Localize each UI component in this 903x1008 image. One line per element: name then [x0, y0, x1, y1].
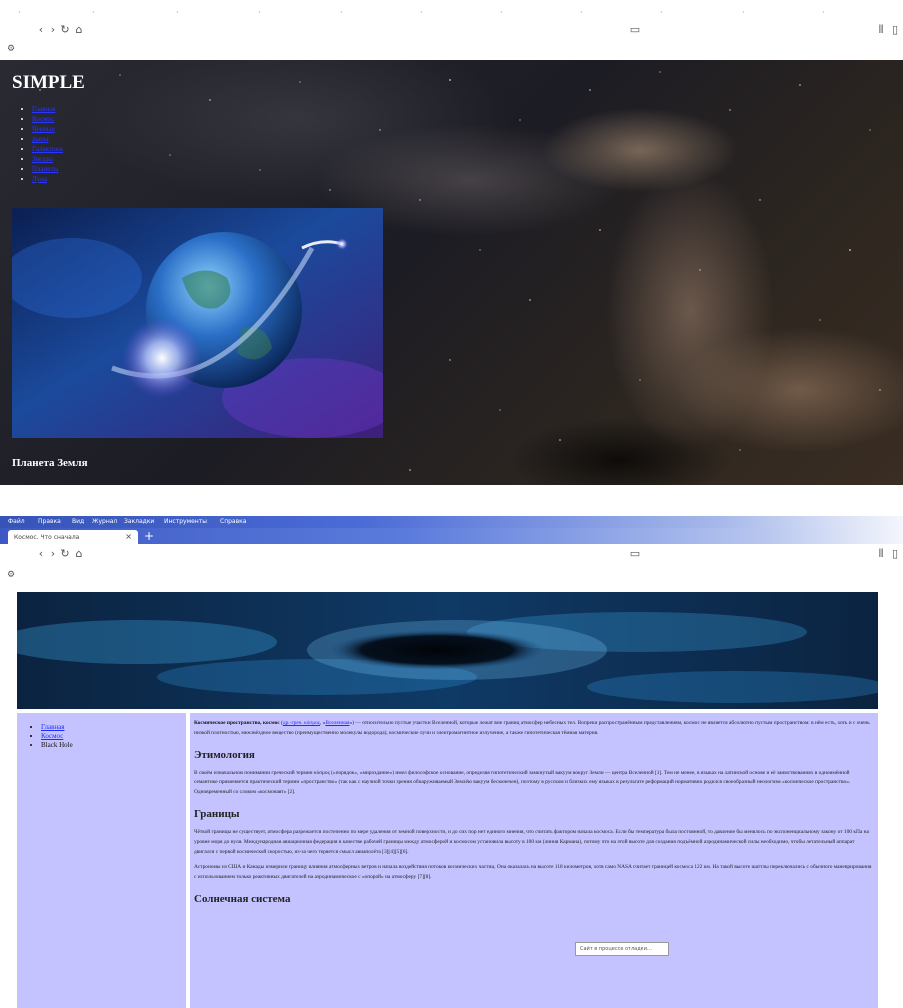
sidebar-link[interactable]: Космос [41, 732, 63, 740]
earth-hero-image [12, 208, 383, 438]
menu-history[interactable]: Журнал [92, 518, 117, 525]
home-icon[interactable]: ⌂ [72, 547, 86, 561]
menu-link[interactable]: Космос [32, 115, 54, 123]
section-heading: Солнечная система [194, 892, 291, 905]
tooltip-text: Сайт в процессе отладки… [580, 946, 652, 952]
bookmarks-bar: ⚙ [0, 42, 903, 60]
menu-file[interactable]: Файл [8, 518, 25, 525]
section-heading: Границы [194, 807, 240, 820]
sidebar-item[interactable]: Главная [41, 723, 186, 732]
browser-navigation-bar: ‹ › ↻ ⌂ ▭ ⫴ ▯ [0, 20, 903, 42]
browser-menu-bar: Файл Правка Вид Журнал Закладки Инструме… [0, 516, 903, 528]
menu-item[interactable]: Звезды [32, 154, 63, 164]
library-icon[interactable]: ⫴ [874, 23, 888, 37]
menu-view[interactable]: Вид [72, 518, 84, 525]
settings-gear-icon[interactable]: ⚙ [4, 568, 18, 582]
settings-gear-icon[interactable]: ⚙ [4, 42, 18, 56]
menu-link[interactable]: Луна [32, 175, 47, 183]
black-hole-banner [17, 592, 878, 709]
tab-stub[interactable]: · [742, 8, 745, 17]
page-action-icon[interactable]: ▭ [628, 547, 642, 561]
menu-item[interactable]: Космос [32, 114, 63, 124]
menu-item[interactable]: Галактики [32, 144, 63, 154]
sidebar-item: Black Hole [41, 741, 186, 750]
left-sidebar: Главная Космос Black Hole [17, 713, 186, 1008]
menu-item[interactable]: дыры [32, 134, 63, 144]
main-menu: Главная Космос Черные дыры Галактики Зве… [18, 104, 63, 184]
section-heading: Этимология [194, 748, 255, 761]
tab-stub[interactable]: · [500, 8, 503, 17]
image-caption: Планета Земля [12, 457, 88, 469]
menu-item[interactable]: Луна [32, 174, 63, 184]
main-article: Космическое пространство, космос (др.-гр… [190, 713, 878, 1008]
menu-link[interactable]: Звезды [32, 155, 53, 163]
browser-tab-strip: Космос. Что сначала × + [0, 528, 903, 544]
menu-item[interactable]: Главная [32, 104, 63, 114]
menu-link[interactable]: Главная [32, 105, 56, 113]
reload-icon[interactable]: ↻ [58, 547, 72, 561]
tab-active[interactable]: Космос. Что сначала × [8, 530, 138, 544]
section-paragraph: Чёткой границы не существует, атмосфера … [194, 828, 869, 855]
plus-icon[interactable]: + [142, 529, 156, 543]
menu-link[interactable]: Галактики [32, 145, 63, 153]
tab-stub[interactable]: · [580, 8, 583, 17]
tab-title: Космос. Что сначала [14, 534, 80, 541]
menu-link[interactable]: Черные [32, 125, 55, 133]
tab-stub[interactable]: · [420, 8, 423, 17]
tab-stub[interactable]: · [340, 8, 343, 17]
close-icon[interactable]: × [125, 532, 132, 541]
home-icon[interactable]: ⌂ [72, 23, 86, 37]
bookmarks-bar: ⚙ [0, 566, 903, 586]
sidebar-icon[interactable]: ▯ [888, 547, 902, 561]
site-title: SIMPLE [12, 72, 85, 93]
address-bar[interactable] [140, 23, 680, 37]
inline-link[interactable]: др.-греч. κόσμος [283, 720, 320, 726]
menu-tools[interactable]: Инструменты [164, 518, 207, 525]
intro-paragraph: Космическое пространство, космос (др.-гр… [194, 720, 870, 736]
browser-tab-strip: · · · · · · · · · · · [0, 0, 903, 20]
section-paragraph: Астрономы из США и Канады измерили грани… [194, 864, 872, 881]
tooltip: Сайт в процессе отладки… [575, 942, 669, 956]
menu-link[interactable]: Планеты [32, 165, 58, 173]
section-paragraph: В своём изначальном понимании греческий … [194, 769, 851, 796]
sidebar-item[interactable]: Космос [41, 732, 186, 741]
menu-item[interactable]: Планеты [32, 164, 63, 174]
menu-item[interactable]: Черные [32, 124, 63, 134]
tab-stub[interactable]: · [18, 8, 21, 17]
sidebar-link[interactable]: Главная [41, 723, 65, 731]
inline-link[interactable]: Вселенная [325, 720, 349, 726]
sidebar-icon[interactable]: ▯ [888, 23, 902, 37]
address-bar[interactable] [140, 547, 680, 561]
intro-term: Космическое пространство, космос [194, 720, 280, 726]
tab-stub[interactable]: · [822, 8, 825, 17]
page-action-icon[interactable]: ▭ [628, 23, 642, 37]
sidebar-nav: Главная Космос Black Hole [17, 713, 186, 750]
menu-edit[interactable]: Правка [38, 518, 61, 525]
library-icon[interactable]: ⫴ [874, 547, 888, 561]
tab-stub[interactable]: · [176, 8, 179, 17]
browser-navigation-bar: ‹ › ↻ ⌂ ▭ ⫴ ▯ [0, 544, 903, 566]
screenshot-separator [0, 485, 903, 515]
menu-help[interactable]: Справка [220, 518, 246, 525]
tab-stub[interactable]: · [660, 8, 663, 17]
reload-icon[interactable]: ↻ [58, 23, 72, 37]
page-viewport-space: SIMPLE Главная Космос Черные дыры Галакт… [0, 60, 903, 485]
tab-stub[interactable]: · [92, 8, 95, 17]
tab-stub[interactable]: · [258, 8, 261, 17]
menu-bookmarks[interactable]: Закладки [124, 518, 154, 525]
menu-link[interactable]: дыры [32, 135, 48, 143]
